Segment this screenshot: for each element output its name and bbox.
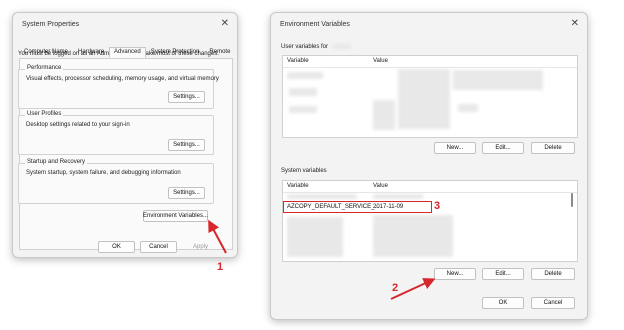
system-delete-button[interactable]: Delete [531, 268, 575, 280]
user-variables-list[interactable]: Variable Value [282, 55, 578, 138]
performance-settings-button[interactable]: Settings... [168, 91, 205, 103]
system-properties-titlebar: System Properties ✕ [13, 13, 237, 35]
system-variables-list[interactable]: Variable Value [282, 180, 578, 262]
tab-advanced[interactable]: Advanced [109, 47, 146, 58]
column-value[interactable]: Value [373, 58, 388, 64]
user-delete-button[interactable]: Delete [531, 142, 575, 154]
annotation-step-2: 2 [392, 282, 399, 294]
redacted-area [287, 194, 357, 199]
redacted-area [458, 104, 478, 112]
ok-button[interactable]: OK [98, 241, 135, 253]
apply-button[interactable]: Apply [182, 241, 219, 253]
environment-variables-button[interactable]: Environment Variables... [143, 210, 208, 222]
column-variable[interactable]: Variable [287, 183, 309, 189]
scrollbar[interactable] [571, 193, 573, 207]
env-ok-button[interactable]: OK [482, 297, 524, 309]
environment-variables-title: Environment Variables [280, 20, 350, 28]
startup-recovery-settings-button[interactable]: Settings... [168, 187, 205, 199]
user-new-button[interactable]: New... [434, 142, 476, 154]
system-variables-label: System variables [281, 168, 327, 174]
redacted-area [287, 72, 323, 79]
close-icon[interactable]: ✕ [221, 19, 229, 29]
cancel-button[interactable]: Cancel [140, 241, 177, 253]
user-edit-button[interactable]: Edit... [482, 142, 524, 154]
close-icon[interactable]: ✕ [571, 19, 579, 29]
env-cancel-button[interactable]: Cancel [531, 297, 575, 309]
startup-recovery-desc: System startup, system failure, and debu… [26, 170, 181, 176]
user-profiles-title: User Profiles [25, 111, 64, 117]
system-new-button[interactable]: New... [434, 268, 476, 280]
environment-variables-titlebar: Environment Variables ✕ [271, 13, 587, 35]
redacted-area [373, 194, 423, 199]
redacted-area [398, 69, 450, 129]
user-variables-label: User variables for [281, 43, 351, 50]
performance-desc: Visual effects, processor scheduling, me… [26, 76, 219, 82]
redacted-area [287, 217, 343, 257]
column-value[interactable]: Value [373, 183, 388, 189]
redacted-area [453, 70, 543, 90]
column-variable[interactable]: Variable [287, 58, 309, 64]
redacted-area [373, 100, 395, 130]
selected-row-highlight [283, 201, 432, 213]
system-variables-header: Variable Value [283, 181, 577, 193]
system-edit-button[interactable]: Edit... [482, 268, 524, 280]
redacted-area [289, 106, 317, 113]
user-variables-header: Variable Value [283, 56, 577, 68]
system-properties-title: System Properties [22, 20, 80, 28]
user-profiles-settings-button[interactable]: Settings... [168, 139, 205, 151]
performance-title: Performance [25, 65, 64, 71]
user-profiles-desc: Desktop settings related to your sign-in [26, 122, 130, 128]
redacted-area [289, 88, 317, 96]
annotation-step-3: 3 [434, 200, 441, 212]
startup-recovery-title: Startup and Recovery [25, 159, 88, 165]
annotation-step-1: 1 [217, 261, 224, 273]
redacted-area [373, 215, 453, 257]
performance-group: Performance Visual effects, processor sc… [18, 65, 219, 109]
